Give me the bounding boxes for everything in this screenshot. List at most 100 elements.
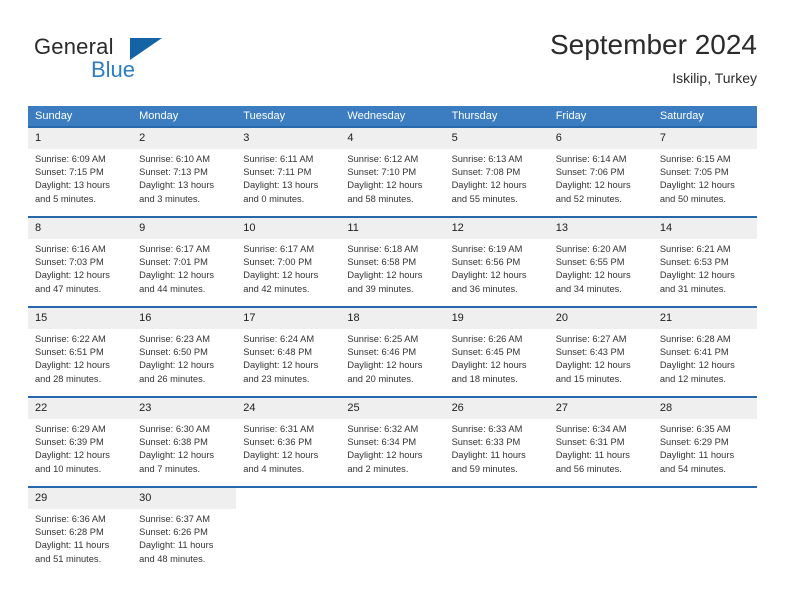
day-number: 29 [28, 488, 133, 509]
day-cell[interactable]: 15 Sunrise: 6:22 AM Sunset: 6:51 PM Dayl… [28, 306, 133, 397]
day-number: 6 [548, 128, 653, 149]
day-info: Sunrise: 6:20 AM Sunset: 6:55 PM Dayligh… [549, 239, 653, 296]
day-cell[interactable]: 2 Sunrise: 6:10 AM Sunset: 7:13 PM Dayli… [132, 126, 237, 217]
weekday-header-saturday: Saturday [652, 106, 757, 127]
day-number: 25 [340, 398, 445, 419]
day-number: 10 [236, 218, 341, 239]
day-cell[interactable]: 6 Sunrise: 6:14 AM Sunset: 7:06 PM Dayli… [548, 126, 653, 217]
day-cell[interactable]: 23 Sunrise: 6:30 AM Sunset: 6:38 PM Dayl… [132, 396, 237, 487]
day-cell[interactable]: 12 Sunrise: 6:19 AM Sunset: 6:56 PM Dayl… [444, 216, 549, 307]
sunset-text: Sunset: 7:03 PM [35, 257, 104, 268]
day-cell[interactable]: 16 Sunrise: 6:23 AM Sunset: 6:50 PM Dayl… [132, 306, 237, 397]
daylight-text-line1: Daylight: 12 hours [35, 450, 110, 461]
daylight-text-line1: Daylight: 12 hours [659, 270, 735, 281]
sunset-text: Sunset: 6:39 PM [35, 437, 104, 448]
daylight-text-line1: Daylight: 11 hours [659, 450, 735, 461]
day-cell[interactable]: 18 Sunrise: 6:25 AM Sunset: 6:46 PM Dayl… [340, 306, 445, 397]
sunset-text: Sunset: 6:34 PM [347, 437, 417, 448]
daylight-text-line2: and 50 minutes. [659, 193, 726, 204]
day-number: 18 [340, 308, 445, 329]
day-number: 26 [444, 398, 549, 419]
day-cell[interactable]: 5 Sunrise: 6:13 AM Sunset: 7:08 PM Dayli… [444, 126, 549, 217]
day-number: 4 [340, 128, 445, 149]
sunrise-text: Sunrise: 6:26 AM [451, 334, 523, 344]
sunrise-text: Sunrise: 6:14 AM [555, 154, 627, 164]
day-cell[interactable]: 27 Sunrise: 6:34 AM Sunset: 6:31 PM Dayl… [548, 396, 653, 487]
day-info: Sunrise: 6:14 AM Sunset: 7:06 PM Dayligh… [549, 149, 653, 206]
weekday-header-tuesday: Tuesday [236, 106, 341, 127]
day-info: Sunrise: 6:27 AM Sunset: 6:43 PM Dayligh… [549, 329, 653, 386]
sunset-text: Sunset: 7:06 PM [555, 167, 625, 178]
daylight-text-line1: Daylight: 12 hours [35, 270, 110, 281]
day-cell[interactable]: 10 Sunrise: 6:17 AM Sunset: 7:00 PM Dayl… [236, 216, 341, 307]
day-cell[interactable]: 28 Sunrise: 6:35 AM Sunset: 6:29 PM Dayl… [652, 396, 757, 487]
sunset-text: Sunset: 6:28 PM [35, 527, 104, 538]
day-number: 24 [236, 398, 341, 419]
daylight-text-line2: and 0 minutes. [243, 193, 305, 204]
day-cell[interactable]: 7 Sunrise: 6:15 AM Sunset: 7:05 PM Dayli… [652, 126, 757, 217]
sunrise-text: Sunrise: 6:31 AM [243, 424, 315, 434]
day-cell[interactable]: 1 Sunrise: 6:09 AM Sunset: 7:15 PM Dayli… [28, 126, 133, 217]
day-number [548, 488, 653, 509]
brand-name-blue: Blue [91, 57, 136, 82]
daylight-text-line1: Daylight: 12 hours [243, 450, 319, 461]
page-title: September 2024 [549, 29, 757, 60]
day-cell[interactable]: 14 Sunrise: 6:21 AM Sunset: 6:53 PM Dayl… [652, 216, 757, 307]
day-cell[interactable]: 11 Sunrise: 6:18 AM Sunset: 6:58 PM Dayl… [340, 216, 445, 307]
daylight-text-line2: and 28 minutes. [35, 373, 102, 384]
day-cell[interactable]: 4 Sunrise: 6:12 AM Sunset: 7:10 PM Dayli… [340, 126, 445, 217]
daylight-text-line2: and 56 minutes. [555, 463, 622, 474]
sunrise-text: Sunrise: 6:32 AM [347, 424, 419, 434]
day-info: Sunrise: 6:21 AM Sunset: 6:53 PM Dayligh… [653, 239, 757, 296]
sunset-text: Sunset: 7:00 PM [243, 257, 313, 268]
daylight-text-line1: Daylight: 12 hours [243, 270, 319, 281]
brand-logo[interactable]: General Blue [34, 34, 214, 90]
sunrise-text: Sunrise: 6:20 AM [555, 244, 627, 254]
day-cell[interactable]: 17 Sunrise: 6:24 AM Sunset: 6:48 PM Dayl… [236, 306, 341, 397]
day-cell[interactable]: 21 Sunrise: 6:28 AM Sunset: 6:41 PM Dayl… [652, 306, 757, 397]
daylight-text-line2: and 55 minutes. [451, 193, 518, 204]
sunrise-text: Sunrise: 6:15 AM [659, 154, 731, 164]
day-cell[interactable]: 29 Sunrise: 6:36 AM Sunset: 6:28 PM Dayl… [28, 486, 133, 576]
calendar-week-row: 22 Sunrise: 6:29 AM Sunset: 6:39 PM Dayl… [28, 396, 757, 487]
day-cell-empty [548, 486, 653, 576]
weekday-header-friday: Friday [548, 106, 653, 127]
day-number: 21 [652, 308, 757, 329]
sunrise-text: Sunrise: 6:18 AM [347, 244, 419, 254]
title-block: September 2024 Iskilip, Turkey [550, 28, 757, 88]
daylight-text-line2: and 20 minutes. [347, 373, 414, 384]
daylight-text-line2: and 52 minutes. [555, 193, 622, 204]
day-cell[interactable]: 22 Sunrise: 6:29 AM Sunset: 6:39 PM Dayl… [28, 396, 133, 487]
day-cell[interactable]: 26 Sunrise: 6:33 AM Sunset: 6:33 PM Dayl… [444, 396, 549, 487]
day-cell[interactable]: 9 Sunrise: 6:17 AM Sunset: 7:01 PM Dayli… [132, 216, 237, 307]
day-cell[interactable]: 13 Sunrise: 6:20 AM Sunset: 6:55 PM Dayl… [548, 216, 653, 307]
day-cell[interactable]: 19 Sunrise: 6:26 AM Sunset: 6:45 PM Dayl… [444, 306, 549, 397]
day-cell[interactable]: 8 Sunrise: 6:16 AM Sunset: 7:03 PM Dayli… [28, 216, 133, 307]
day-info: Sunrise: 6:26 AM Sunset: 6:45 PM Dayligh… [445, 329, 549, 386]
daylight-text-line2: and 54 minutes. [659, 463, 726, 474]
daylight-text-line2: and 12 minutes. [659, 373, 726, 384]
daylight-text-line1: Daylight: 12 hours [451, 360, 527, 371]
day-info: Sunrise: 6:17 AM Sunset: 7:00 PM Dayligh… [236, 239, 340, 296]
day-cell[interactable]: 30 Sunrise: 6:37 AM Sunset: 6:26 PM Dayl… [132, 486, 237, 576]
day-cell[interactable]: 3 Sunrise: 6:11 AM Sunset: 7:11 PM Dayli… [236, 126, 341, 217]
day-info: Sunrise: 6:25 AM Sunset: 6:46 PM Dayligh… [340, 329, 444, 386]
day-info: Sunrise: 6:10 AM Sunset: 7:13 PM Dayligh… [132, 149, 236, 206]
day-number: 20 [548, 308, 653, 329]
daylight-text-line1: Daylight: 11 hours [451, 450, 526, 461]
day-cell[interactable]: 25 Sunrise: 6:32 AM Sunset: 6:34 PM Dayl… [340, 396, 445, 487]
weekday-header-monday: Monday [132, 106, 237, 127]
calendar-week-row: 1 Sunrise: 6:09 AM Sunset: 7:15 PM Dayli… [28, 126, 757, 217]
daylight-text-line2: and 48 minutes. [139, 553, 206, 564]
daylight-text-line1: Daylight: 11 hours [35, 540, 110, 551]
sunrise-text: Sunrise: 6:10 AM [139, 154, 210, 164]
sunset-text: Sunset: 7:13 PM [139, 167, 208, 178]
day-number: 1 [28, 128, 133, 149]
day-cell[interactable]: 24 Sunrise: 6:31 AM Sunset: 6:36 PM Dayl… [236, 396, 341, 487]
day-cell[interactable]: 20 Sunrise: 6:27 AM Sunset: 6:43 PM Dayl… [548, 306, 653, 397]
daylight-text-line1: Daylight: 12 hours [555, 270, 631, 281]
sunset-text: Sunset: 6:29 PM [659, 437, 729, 448]
daylight-text-line2: and 15 minutes. [555, 373, 622, 384]
day-number: 15 [28, 308, 133, 329]
calendar-week-row: 8 Sunrise: 6:16 AM Sunset: 7:03 PM Dayli… [28, 216, 757, 307]
